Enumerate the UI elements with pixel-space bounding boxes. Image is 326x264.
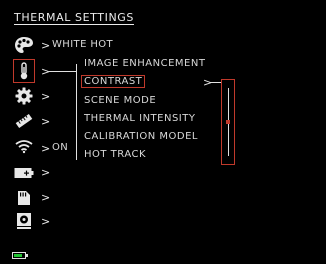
ruler-icon[interactable] bbox=[13, 111, 35, 131]
wifi-icon[interactable] bbox=[13, 136, 35, 156]
palette-icon[interactable] bbox=[13, 35, 35, 55]
wifi-value: ON bbox=[52, 142, 69, 153]
gear-icon[interactable] bbox=[13, 86, 35, 106]
slider-knob[interactable] bbox=[226, 120, 230, 124]
chevron-right-icon: > bbox=[41, 115, 51, 128]
recorder-icon[interactable] bbox=[13, 211, 35, 231]
submenu-item-thermal-intensity[interactable]: THERMAL INTENSITY bbox=[84, 113, 195, 124]
battery-add-icon[interactable] bbox=[13, 163, 35, 183]
chevron-right-icon: > bbox=[41, 215, 51, 228]
slider-connector-line bbox=[210, 82, 221, 83]
chevron-right-icon: > bbox=[41, 166, 51, 179]
submenu-item-scene-mode[interactable]: SCENE MODE bbox=[84, 95, 156, 106]
battery-tip bbox=[26, 254, 28, 257]
submenu-item-hot-track[interactable]: HOT TRACK bbox=[84, 149, 146, 160]
palette-value: WHITE HOT bbox=[52, 39, 114, 50]
contrast-slider[interactable] bbox=[221, 79, 235, 165]
connector-line bbox=[49, 71, 76, 72]
chevron-right-icon: > bbox=[41, 142, 51, 155]
submenu-bracket-line bbox=[76, 64, 77, 160]
battery-icon bbox=[12, 252, 26, 259]
page-title: THERMAL SETTINGS bbox=[14, 11, 134, 24]
thermometer-icon[interactable] bbox=[13, 61, 35, 81]
chevron-right-icon: > bbox=[41, 191, 51, 204]
battery-level bbox=[14, 254, 22, 257]
chevron-right-icon: > bbox=[41, 39, 51, 52]
chevron-right-icon: > bbox=[41, 90, 51, 103]
sd-card-icon[interactable] bbox=[13, 188, 35, 208]
submenu-item-image-enhancement[interactable]: IMAGE ENHANCEMENT bbox=[84, 58, 205, 69]
submenu-item-calibration-model[interactable]: CALIBRATION MODEL bbox=[84, 131, 198, 142]
submenu-item-contrast[interactable]: CONTRAST bbox=[81, 75, 146, 88]
